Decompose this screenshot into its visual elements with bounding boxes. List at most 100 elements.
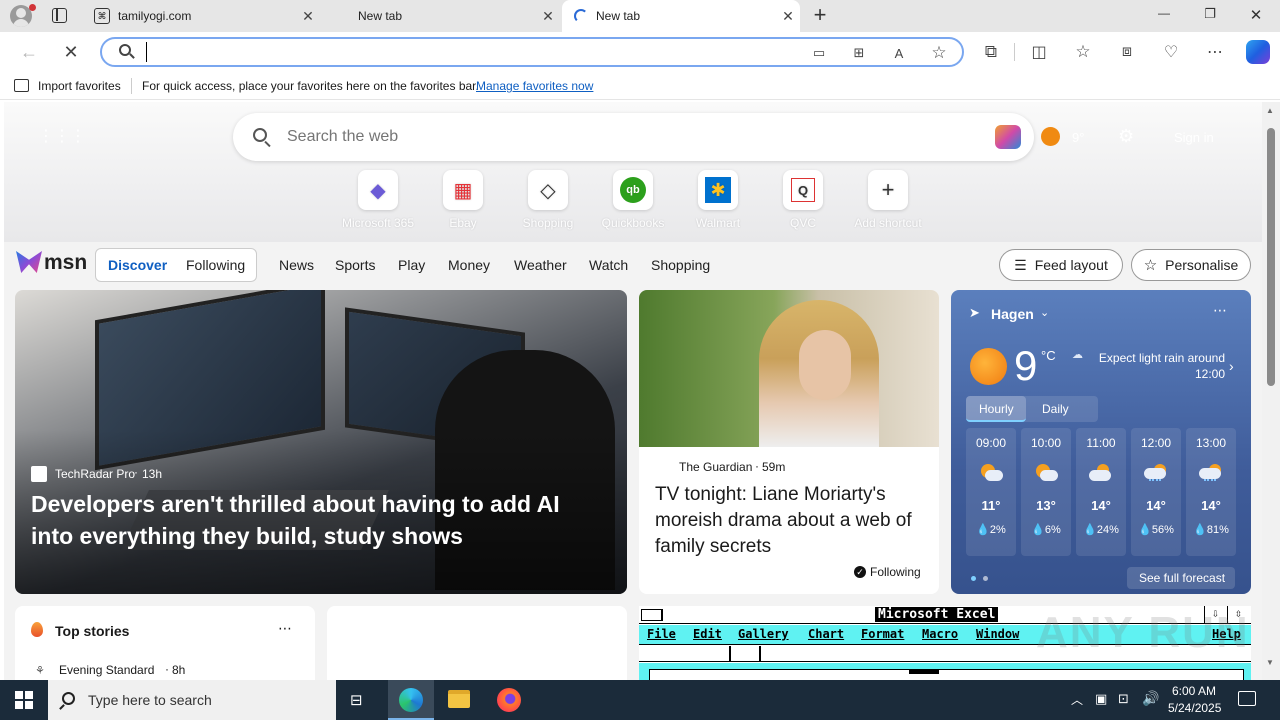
chevron-down-icon[interactable]: ⌄ [1040,306,1049,319]
new-tab-plus-icon[interactable]: + [808,3,832,27]
excel-menu-file: File [647,627,676,641]
scroll-down-arrow-icon[interactable]: ▼ [1266,658,1274,667]
top-stories-more-icon[interactable]: ⋯ [278,620,292,637]
file-explorer-icon[interactable] [448,690,470,708]
read-aloud-icon[interactable]: A [888,42,910,64]
hour-temp: 11° [981,498,1001,513]
shortcut-ebay[interactable]: ▦ Ebay [421,170,505,230]
nav-shopping[interactable]: Shopping [651,257,710,273]
story-source: Evening Standard [59,663,155,677]
network-icon[interactable]: ⊡ [1118,691,1129,707]
article-headline[interactable]: TV tonight: Liane Moriarty's moreish dra… [655,482,927,560]
import-favorites-icon[interactable] [14,79,29,92]
top-stories-title[interactable]: Top stories [55,623,129,639]
excel-system-menu-icon [641,609,663,621]
excel-sheet-area [639,663,1251,680]
carousel-dot[interactable] [983,576,988,581]
collections-icon[interactable]: ⧈ [1116,41,1138,63]
web-search-input[interactable] [287,126,927,148]
header-temperature[interactable]: 9° [1072,130,1084,145]
shortcut-shopping[interactable]: ◇ Shopping [506,170,590,230]
address-input[interactable] [146,42,746,62]
following-label[interactable]: Following [870,565,921,579]
volume-icon[interactable]: 🔊 [1142,690,1159,707]
nav-weather[interactable]: Weather [514,257,567,273]
shortcut-microsoft-365[interactable]: ◆ Microsoft 365 [336,170,420,230]
tab-discover[interactable]: Discover [108,257,167,273]
hour-temp: 14° [1091,498,1111,513]
guardian-article-card[interactable]: The Guardian · 59m TV tonight: Liane Mor… [639,290,939,594]
tab-new-1[interactable]: New tab ✕ [322,0,560,32]
apps-launcher-icon[interactable]: ⋮⋮⋮ [38,128,86,146]
nav-news[interactable]: News [279,257,314,273]
minimize-button[interactable]: — [1148,6,1180,26]
sign-in-link[interactable]: Sign in [1174,130,1214,145]
shortcut-quickbooks[interactable]: qb Quickbooks [591,170,675,230]
split-screen-icon[interactable]: ◫ [1028,41,1050,63]
copilot-icon[interactable] [1246,40,1270,64]
close-tab-icon[interactable]: ✕ [536,8,560,25]
nav-play[interactable]: Play [398,257,425,273]
weather-more-icon[interactable]: ⋯ [1213,302,1227,319]
page-settings-gear-icon[interactable]: ⚙ [1118,126,1134,147]
close-tab-icon[interactable]: ✕ [296,8,320,25]
hour-precip-row: 💧81% [1186,523,1236,536]
import-favorites-link[interactable]: Import favorites [38,79,121,93]
notification-center-icon[interactable] [1238,691,1256,706]
nav-watch[interactable]: Watch [589,257,628,273]
taskbar-search-box[interactable]: Type here to search [48,680,336,720]
app-available-icon[interactable]: ⊞ [848,42,870,64]
clock-time[interactable]: 6:00 AM [1172,684,1216,698]
manage-favorites-link[interactable]: Manage favorites now [476,79,593,93]
edge-taskbar-button[interactable] [388,680,434,720]
favorite-star-icon[interactable]: ☆ [928,42,950,64]
weather-sun-small-icon[interactable] [1041,127,1060,146]
ebay-bag-icon: ▦ [443,170,483,210]
feed-layout-button[interactable]: ☰ Feed layout [999,249,1123,281]
tab-following[interactable]: Following [186,257,245,273]
tab-daily-label[interactable]: Daily [1042,402,1069,416]
clock-date[interactable]: 5/24/2025 [1168,701,1221,715]
page-scrollbar[interactable]: ▲ ▼ [1262,102,1280,680]
tray-chevron-up-icon[interactable]: ︿ [1071,691,1083,708]
start-windows-icon[interactable] [15,691,33,709]
address-bar[interactable]: ▭ ⊞ A ☆ [100,37,964,67]
close-window-button[interactable]: ✕ [1240,6,1272,26]
weather-location[interactable]: Hagen [991,306,1034,322]
shortcut-qvc[interactable]: Q QVC [761,170,845,230]
chevron-right-icon[interactable]: › [1229,358,1234,374]
restore-button[interactable]: ❐ [1194,6,1226,26]
article-age: 59m [762,460,786,474]
firefox-icon[interactable] [497,688,521,712]
browser-essentials-icon[interactable]: ♡ [1160,41,1182,63]
hero-article-card[interactable]: TechRadar Pro 13h · Developers aren't th… [15,290,627,594]
msn-logo[interactable]: msn [44,251,87,275]
hero-headline[interactable]: Developers aren't thrilled about having … [31,488,591,552]
carousel-dot-active[interactable] [971,576,976,581]
nav-money[interactable]: Money [448,257,490,273]
shortcut-add[interactable]: + Add shortcut [846,170,930,230]
task-view-icon[interactable]: ⊟ [350,691,370,709]
scroll-up-arrow-icon[interactable]: ▲ [1266,106,1274,115]
favorites-icon[interactable]: ☆ [1072,41,1094,63]
shortcut-walmart[interactable]: ✱ Walmart [676,170,760,230]
read-aloud-device-icon[interactable]: ▭ [808,42,830,64]
visual-search-icon[interactable] [995,125,1021,149]
scroll-thumb[interactable] [1267,128,1275,386]
personalise-button[interactable]: ☆ Personalise [1131,249,1251,281]
web-search-box[interactable] [233,113,1034,161]
settings-more-icon[interactable]: ⋯ [1204,41,1226,63]
tab-new-active[interactable]: New tab ✕ [562,0,800,32]
weather-card[interactable]: ➤ Hagen ⌄ ⋯ 9 °C ☁ Expect light rain aro… [951,290,1251,594]
tab-actions-icon[interactable] [52,8,67,23]
tab-tamilyogi[interactable]: ⌘ tamilyogi.com ✕ [84,0,320,32]
extensions-icon[interactable]: ⧉ [980,41,1002,63]
excel-menu-macro: Macro [922,627,959,641]
msn-butterfly-icon[interactable] [16,251,42,273]
nav-sports[interactable]: Sports [335,257,375,273]
favorites-hint: For quick access, place your favorites h… [142,79,479,93]
stop-loading-icon[interactable]: ✕ [60,41,82,63]
back-arrow-icon[interactable]: ← [18,41,40,63]
close-tab-icon[interactable]: ✕ [776,8,800,25]
tray-device-icon[interactable]: ▣ [1095,691,1107,707]
